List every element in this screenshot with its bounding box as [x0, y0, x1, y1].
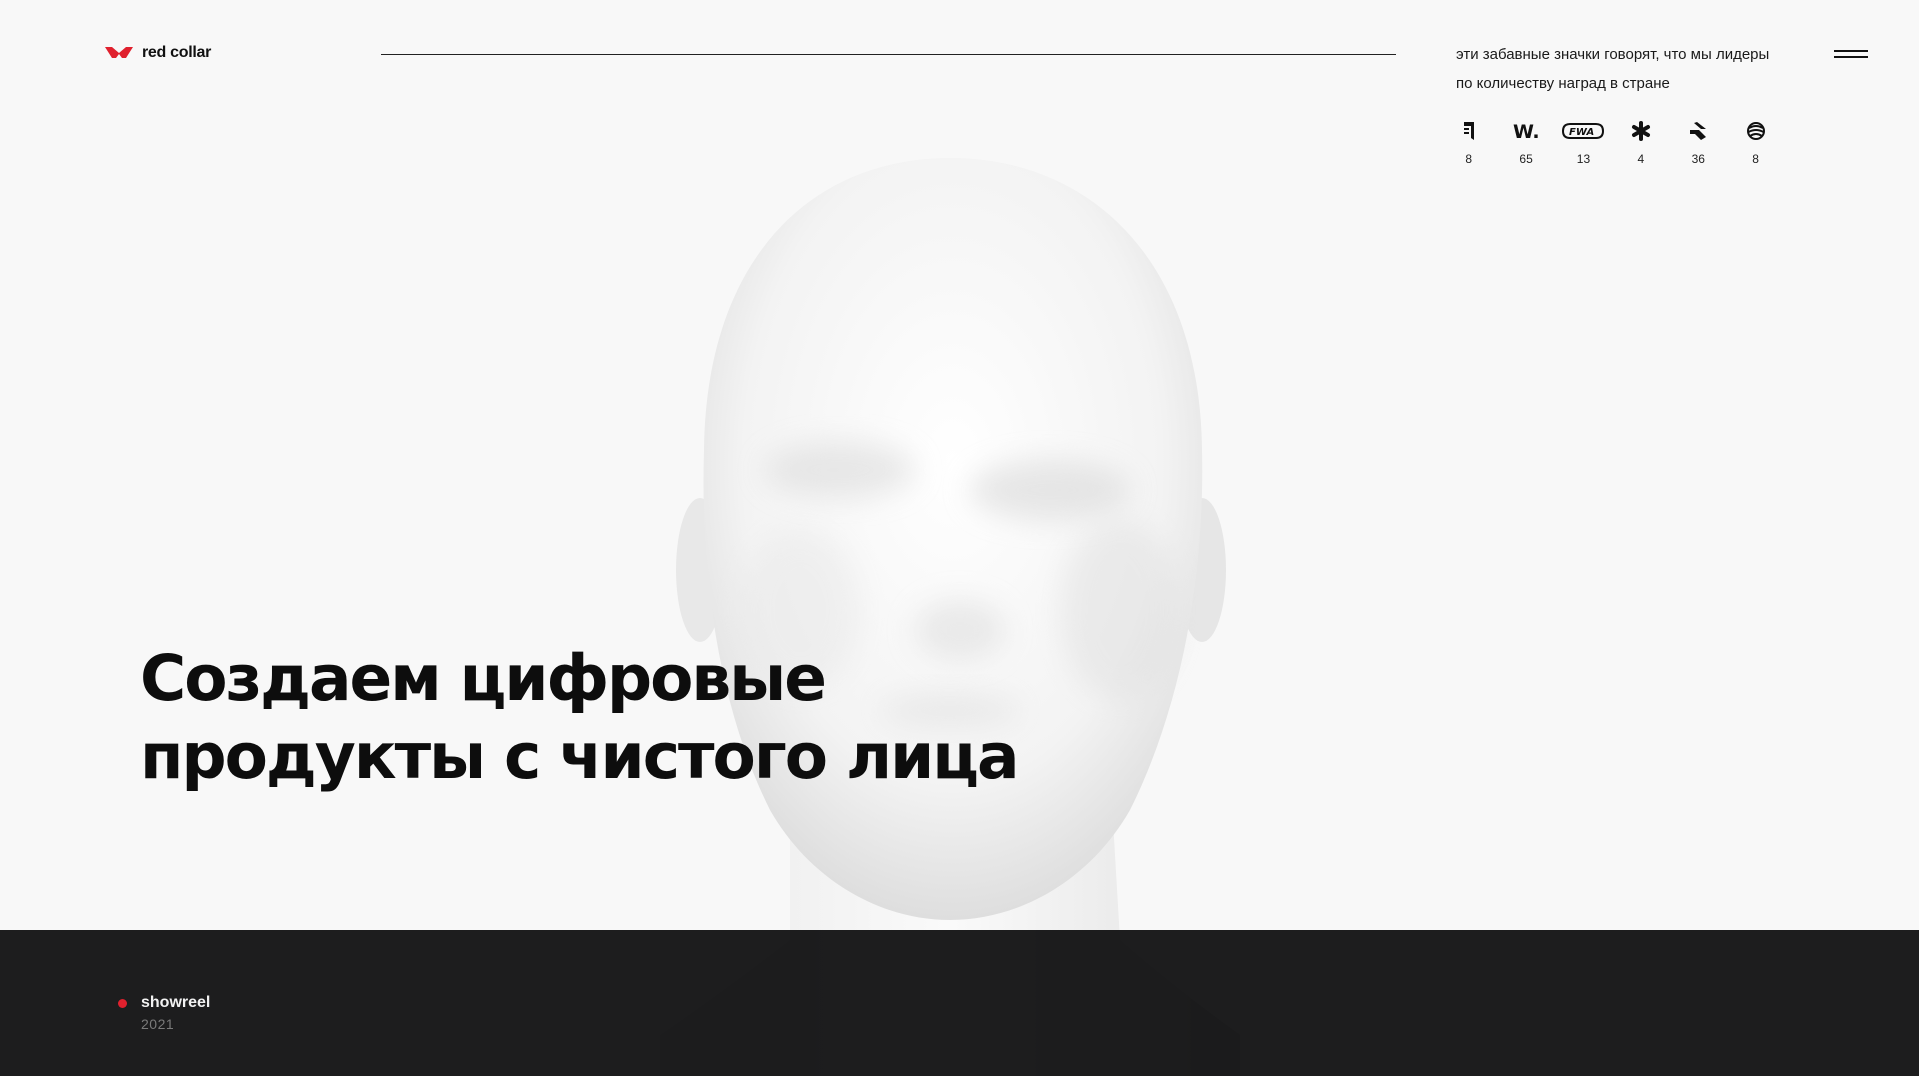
menu-bar-top	[1834, 50, 1868, 52]
hamburger-menu-icon[interactable]	[1834, 46, 1870, 62]
showreel-band	[0, 930, 1919, 1076]
landing-page: red collar эти забавные значки говорят, …	[0, 0, 1919, 1076]
award-item[interactable]: 8	[1727, 116, 1784, 166]
hero-title: Создаем цифровые продукты с чистого лица	[140, 640, 1140, 796]
hero-title-line-2: продукты с чистого лица	[140, 720, 1019, 793]
logo-link[interactable]: red collar	[104, 44, 211, 62]
awwwards-icon: W.	[1513, 116, 1539, 146]
showreel-text: showreel 2021	[141, 993, 210, 1035]
award-item[interactable]: 8	[1440, 116, 1497, 166]
fwa-icon: FWA	[1561, 116, 1605, 146]
award-count: 65	[1519, 152, 1533, 166]
award-count: 8	[1752, 152, 1759, 166]
menu-bar-bottom	[1834, 56, 1868, 58]
award-count: 36	[1691, 152, 1705, 166]
awards-list: 8 W. 65 FWA 13 4 36 8	[1440, 116, 1784, 166]
showreel-year: 2021	[141, 1016, 175, 1032]
svg-text:FWA: FWA	[1569, 127, 1594, 138]
awards-note: эти забавные значки говорят, что мы лиде…	[1456, 46, 1770, 92]
award-count: 8	[1465, 152, 1473, 166]
award-item[interactable]: FWA 13	[1555, 116, 1612, 166]
svg-text:W.: W.	[1513, 121, 1539, 141]
css-design-awards-icon	[1463, 116, 1475, 146]
award-item[interactable]: 4	[1612, 116, 1669, 166]
css-winner-icon	[1688, 116, 1708, 146]
globe-award-icon	[1746, 116, 1766, 146]
showreel-label: showreel	[141, 994, 211, 1011]
showreel-button[interactable]: showreel 2021	[118, 993, 210, 1035]
asterisk-award-icon	[1631, 116, 1651, 146]
logo-text: red collar	[142, 44, 212, 61]
red-collar-logo-icon	[105, 47, 133, 58]
award-count: 4	[1637, 152, 1645, 166]
award-count: 13	[1576, 152, 1591, 166]
hero-title-line-1: Создаем цифровые	[140, 642, 827, 715]
award-item[interactable]: W. 65	[1497, 116, 1554, 166]
award-item[interactable]: 36	[1670, 116, 1727, 166]
record-dot-icon	[118, 999, 127, 1008]
header-divider	[381, 54, 1396, 55]
